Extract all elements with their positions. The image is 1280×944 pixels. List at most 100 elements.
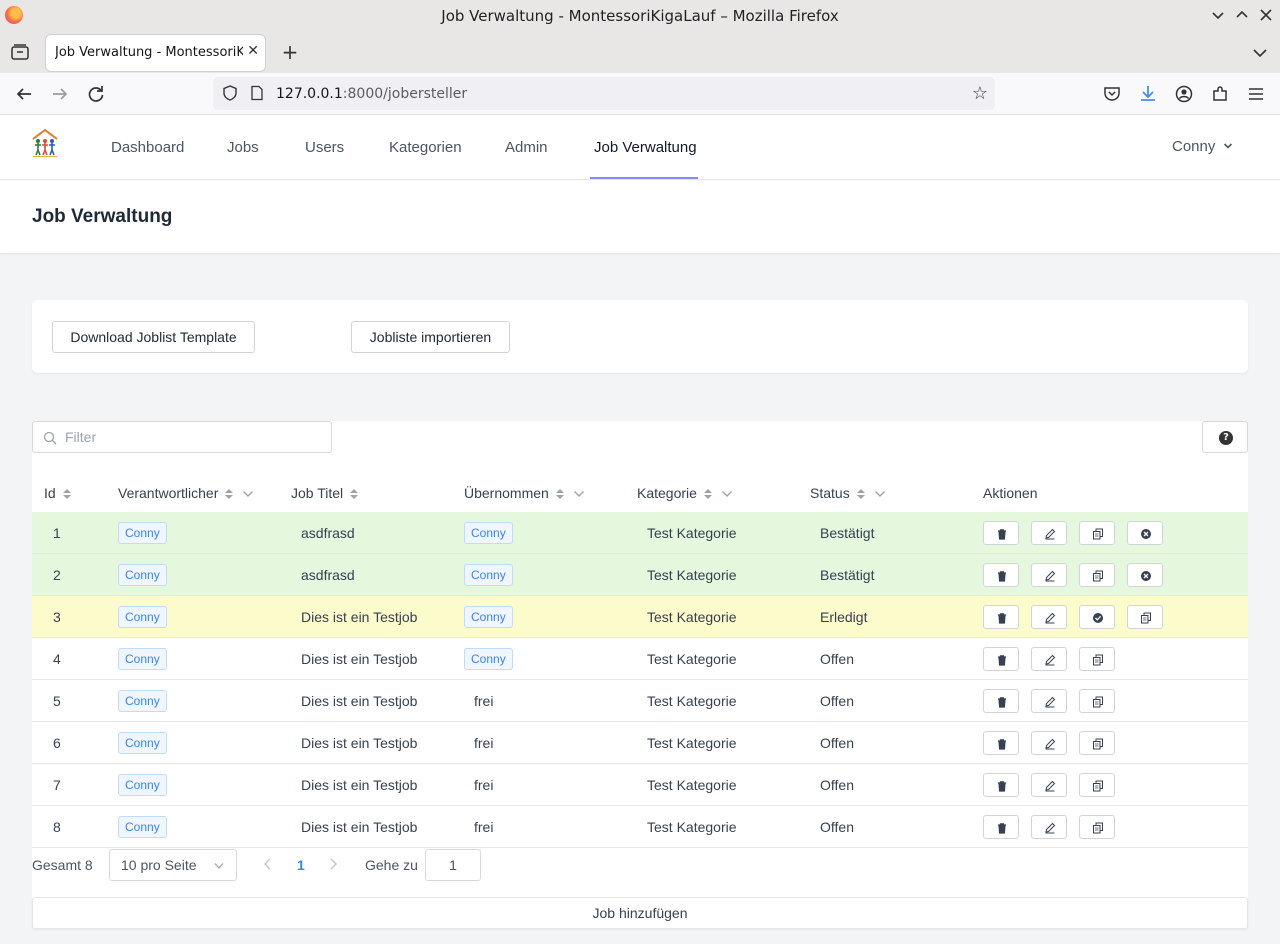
reload-icon[interactable] — [85, 83, 107, 105]
tracking-protection-icon[interactable] — [221, 84, 239, 102]
goto-page-input[interactable] — [425, 849, 481, 881]
edit-icon — [1045, 570, 1056, 582]
browser-tab[interactable]: Job Verwaltung - MontessoriKigaLauf ✕ — [46, 35, 265, 71]
sort-icon[interactable] — [555, 487, 565, 501]
add-job-button[interactable]: Job hinzufügen — [32, 897, 1248, 929]
copy-button[interactable] — [1079, 647, 1115, 671]
trash-button[interactable] — [983, 605, 1019, 629]
trash-button[interactable] — [983, 815, 1019, 839]
nav-link-jobs[interactable]: Jobs — [227, 139, 259, 156]
table-row: 6 Conny Dies ist ein Testjob frei Test Kateg… — [32, 722, 1248, 764]
close-window-icon[interactable] — [1256, 5, 1276, 25]
chevron-down-icon[interactable] — [573, 489, 585, 499]
app-menu-icon[interactable] — [1245, 83, 1267, 105]
table-row: 8 Conny Dies ist ein Testjob frei Test Kateg… — [32, 806, 1248, 848]
edit-button[interactable] — [1031, 563, 1067, 587]
chevron-down-icon[interactable] — [242, 489, 254, 499]
nav-link-dashboard[interactable]: Dashboard — [111, 139, 184, 156]
page-info-icon[interactable] — [249, 85, 265, 101]
pocket-icon[interactable] — [1101, 83, 1123, 105]
nav-link-job-verwaltung[interactable]: Job Verwaltung — [594, 139, 697, 156]
url-bar[interactable]: 127.0.0.1:8000/jobersteller ☆ — [213, 77, 995, 110]
edit-button[interactable] — [1031, 689, 1067, 713]
edit-icon — [1045, 612, 1056, 624]
column-header-category[interactable]: Kategorie — [637, 485, 733, 501]
sort-icon[interactable] — [856, 487, 866, 501]
trash-button[interactable] — [983, 773, 1019, 797]
help-button[interactable]: ? — [1202, 421, 1248, 453]
trash-button[interactable] — [983, 647, 1019, 671]
import-joblist-button[interactable]: Jobliste importieren — [351, 321, 510, 353]
column-header-status[interactable]: Status — [810, 485, 886, 501]
confirm-button[interactable] — [1079, 605, 1115, 629]
edit-button[interactable] — [1031, 605, 1067, 629]
minimize-icon[interactable] — [1208, 5, 1228, 25]
extensions-icon[interactable] — [1209, 83, 1231, 105]
list-all-tabs-icon[interactable] — [1250, 43, 1270, 63]
nav-link-users[interactable]: Users — [305, 139, 344, 156]
trash-button[interactable] — [983, 563, 1019, 587]
prev-page-icon[interactable] — [262, 857, 274, 871]
tab-title: Job Verwaltung - MontessoriKigaLauf — [55, 45, 243, 60]
download-template-button[interactable]: Download Joblist Template — [52, 321, 255, 353]
nav-link-kategorien[interactable]: Kategorien — [389, 139, 462, 156]
nav-link-admin[interactable]: Admin — [505, 139, 548, 156]
page-number[interactable]: 1 — [297, 857, 305, 873]
trash-icon — [998, 739, 1006, 750]
next-page-icon[interactable] — [327, 857, 339, 871]
edit-button[interactable] — [1031, 815, 1067, 839]
edit-button[interactable] — [1031, 773, 1067, 797]
copy-button[interactable] — [1079, 521, 1115, 545]
column-header-owner[interactable]: Verantwortlicher — [118, 485, 254, 501]
user-menu[interactable]: Conny — [1172, 138, 1215, 155]
bookmark-star-icon[interactable]: ☆ — [972, 83, 988, 104]
montessori-logo-icon[interactable] — [30, 128, 60, 158]
sort-icon[interactable] — [703, 487, 713, 501]
reject-button[interactable] — [1127, 521, 1163, 545]
row-id: 5 — [53, 693, 61, 709]
trash-button[interactable] — [983, 521, 1019, 545]
downloads-icon[interactable] — [1137, 83, 1159, 105]
new-tab-icon[interactable]: + — [279, 41, 301, 63]
forward-icon[interactable] — [49, 83, 71, 105]
edit-button[interactable] — [1031, 647, 1067, 671]
chevron-down-icon[interactable] — [1222, 140, 1234, 152]
status-value: Offen — [820, 777, 854, 793]
tab-close-icon[interactable]: ✕ — [247, 43, 259, 59]
job-title: Dies ist ein Testjob — [301, 819, 418, 835]
row-id: 3 — [53, 609, 61, 625]
trash-button[interactable] — [983, 689, 1019, 713]
reject-button[interactable] — [1127, 563, 1163, 587]
maximize-icon[interactable] — [1232, 5, 1252, 25]
trash-icon — [998, 697, 1006, 708]
sort-icon[interactable] — [224, 487, 234, 501]
copy-button[interactable] — [1079, 689, 1115, 713]
edit-button[interactable] — [1031, 731, 1067, 755]
back-icon[interactable] — [13, 83, 35, 105]
app-navigation: Dashboard Jobs Users Kategorien Admin Jo… — [0, 115, 1280, 180]
page-size-value: 10 pro Seite — [121, 857, 197, 873]
column-header-actions: Aktionen — [983, 485, 1038, 501]
chevron-down-icon[interactable] — [721, 489, 733, 499]
copy-button[interactable] — [1079, 563, 1115, 587]
edit-button[interactable] — [1031, 521, 1067, 545]
account-icon[interactable] — [1173, 83, 1195, 105]
copy-button[interactable] — [1079, 815, 1115, 839]
page-size-select[interactable]: 10 pro Seite — [109, 849, 237, 881]
copy-button[interactable] — [1079, 731, 1115, 755]
copy-button[interactable] — [1127, 605, 1163, 629]
filter-input[interactable]: Filter — [32, 421, 332, 453]
sort-icon[interactable] — [349, 487, 359, 501]
chevron-down-icon[interactable] — [874, 489, 886, 499]
copy-button[interactable] — [1079, 773, 1115, 797]
trash-button[interactable] — [983, 731, 1019, 755]
status-value: Bestätigt — [820, 525, 875, 541]
status-value: Offen — [820, 693, 854, 709]
taken-tag: Conny — [464, 648, 513, 670]
column-header-id[interactable]: Id — [44, 485, 72, 501]
sort-icon[interactable] — [62, 487, 72, 501]
taken-tag: Conny — [464, 522, 513, 544]
column-header-taken[interactable]: Übernommen — [464, 485, 585, 501]
firefox-view-icon[interactable] — [10, 42, 30, 62]
column-header-title[interactable]: Job Titel — [291, 485, 359, 501]
